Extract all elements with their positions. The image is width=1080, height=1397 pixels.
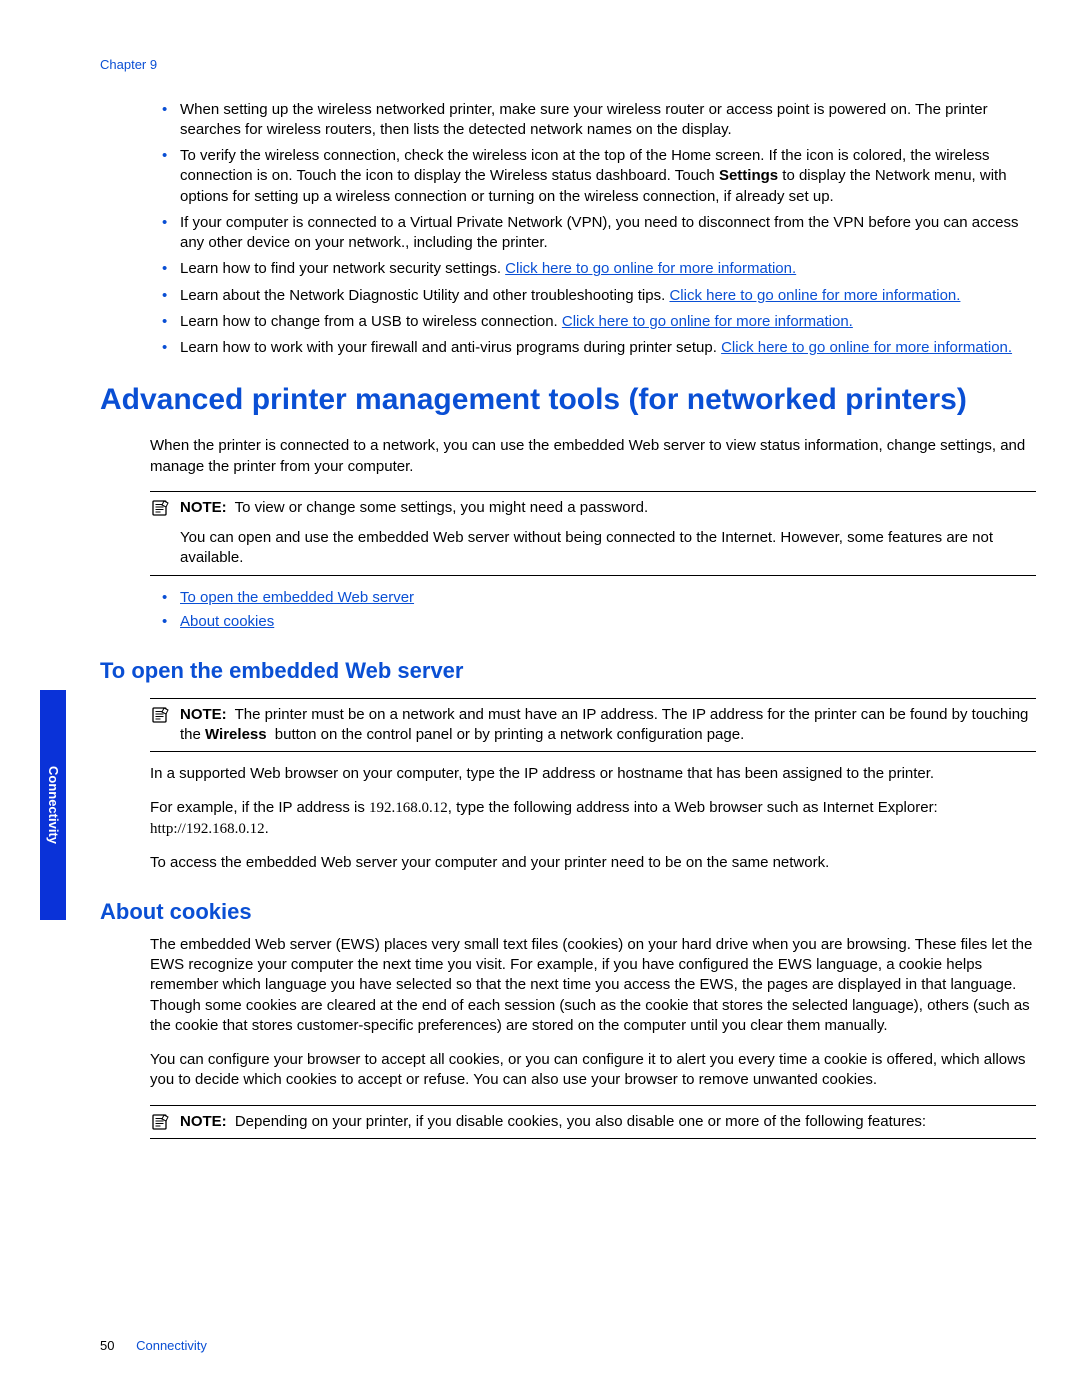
note-box-password: NOTE: To view or change some settings, y… <box>150 491 1036 576</box>
note-body: NOTE: To view or change some settings, y… <box>180 498 1034 569</box>
link-list: To open the embedded Web server About coo… <box>158 588 1036 633</box>
bullet-item: If your computer is connected to a Virtu… <box>158 213 1036 254</box>
note-box-cookies: NOTE: Depending on your printer, if you … <box>150 1105 1036 1139</box>
bullet-item: Learn how to find your network security … <box>158 259 1036 279</box>
note-label: NOTE: <box>180 499 227 516</box>
ip-address: 192.168.0.12 <box>369 800 448 816</box>
sub1-para2: For example, if the IP address is 192.16… <box>150 798 1036 839</box>
note-text: To view or change some settings, you mig… <box>235 499 649 516</box>
note-icon <box>152 1113 170 1132</box>
bullet-item: To verify the wireless connection, check… <box>158 146 1036 207</box>
note-body: NOTE: The printer must be on a network a… <box>180 705 1034 746</box>
text: When setting up the wireless networked p… <box>180 101 988 138</box>
bullet-item: Learn about the Network Diagnostic Utili… <box>158 286 1036 306</box>
text: If your computer is connected to a Virtu… <box>180 214 1018 251</box>
top-bullet-list: When setting up the wireless networked p… <box>158 100 1036 359</box>
note-icon <box>152 499 170 569</box>
example-url: http://192.168.0.12 <box>150 821 265 837</box>
link-list-item: To open the embedded Web server <box>158 588 1036 608</box>
page-footer: 50 Connectivity <box>100 1337 207 1355</box>
note-text: Depending on your printer, if you disabl… <box>235 1113 926 1130</box>
subsection-cookies: About cookies <box>100 897 1036 927</box>
chapter-header: Chapter 9 <box>100 56 1036 74</box>
subsection2-body: The embedded Web server (EWS) places ver… <box>150 935 1036 1139</box>
external-link[interactable]: Click here to go online for more informa… <box>669 287 960 304</box>
external-link[interactable]: Click here to go online for more informa… <box>721 339 1012 356</box>
sub1-para3: To access the embedded Web server your c… <box>150 853 1036 873</box>
link-list-item: About cookies <box>158 612 1036 632</box>
text: . <box>265 820 269 837</box>
section-title: Advanced printer management tools (for n… <box>100 382 1036 418</box>
cookies-para2: You can configure your browser to accept… <box>150 1050 1036 1091</box>
subsection-open-ews: To open the embedded Web server <box>100 656 1036 686</box>
note-box-ip: NOTE: The printer must be on a network a… <box>150 698 1036 753</box>
external-link[interactable]: Click here to go online for more informa… <box>562 313 853 330</box>
note-label: NOTE: <box>180 706 227 723</box>
text: Learn about the Network Diagnostic Utili… <box>180 287 669 304</box>
text: Learn how to change from a USB to wirele… <box>180 313 562 330</box>
sidebar-tab-connectivity: Connectivity <box>40 690 66 920</box>
internal-link[interactable]: About cookies <box>180 613 274 630</box>
internal-link[interactable]: To open the embedded Web server <box>180 589 414 606</box>
page-number: 50 <box>100 1338 114 1353</box>
cookies-para1: The embedded Web server (EWS) places ver… <box>150 935 1036 1036</box>
top-bullet-block: When setting up the wireless networked p… <box>150 100 1036 359</box>
bullet-item: When setting up the wireless networked p… <box>158 100 1036 141</box>
section-intro-block: When the printer is connected to a netwo… <box>150 436 1036 632</box>
note-body: NOTE: Depending on your printer, if you … <box>180 1112 1034 1132</box>
text: , type the following address into a Web … <box>448 799 938 816</box>
footer-title: Connectivity <box>136 1338 207 1353</box>
note-label: NOTE: <box>180 1113 227 1130</box>
bold-text: Settings <box>719 167 778 184</box>
bullet-item: Learn how to work with your firewall and… <box>158 338 1036 358</box>
external-link[interactable]: Click here to go online for more informa… <box>505 260 796 277</box>
bullet-item: Learn how to change from a USB to wirele… <box>158 312 1036 332</box>
sub1-para1: In a supported Web browser on your compu… <box>150 764 1036 784</box>
text: For example, if the IP address is <box>150 799 369 816</box>
text: Learn how to work with your firewall and… <box>180 339 721 356</box>
text: Learn how to find your network security … <box>180 260 505 277</box>
note-text-2: You can open and use the embedded Web se… <box>180 528 1034 569</box>
note-icon <box>152 706 170 746</box>
subsection1-body: NOTE: The printer must be on a network a… <box>150 698 1036 874</box>
intro-paragraph: When the printer is connected to a netwo… <box>150 436 1036 477</box>
bold-text: Wireless <box>205 726 267 743</box>
text: button on the control panel or by printi… <box>271 726 745 743</box>
sidebar-label: Connectivity <box>44 766 62 844</box>
